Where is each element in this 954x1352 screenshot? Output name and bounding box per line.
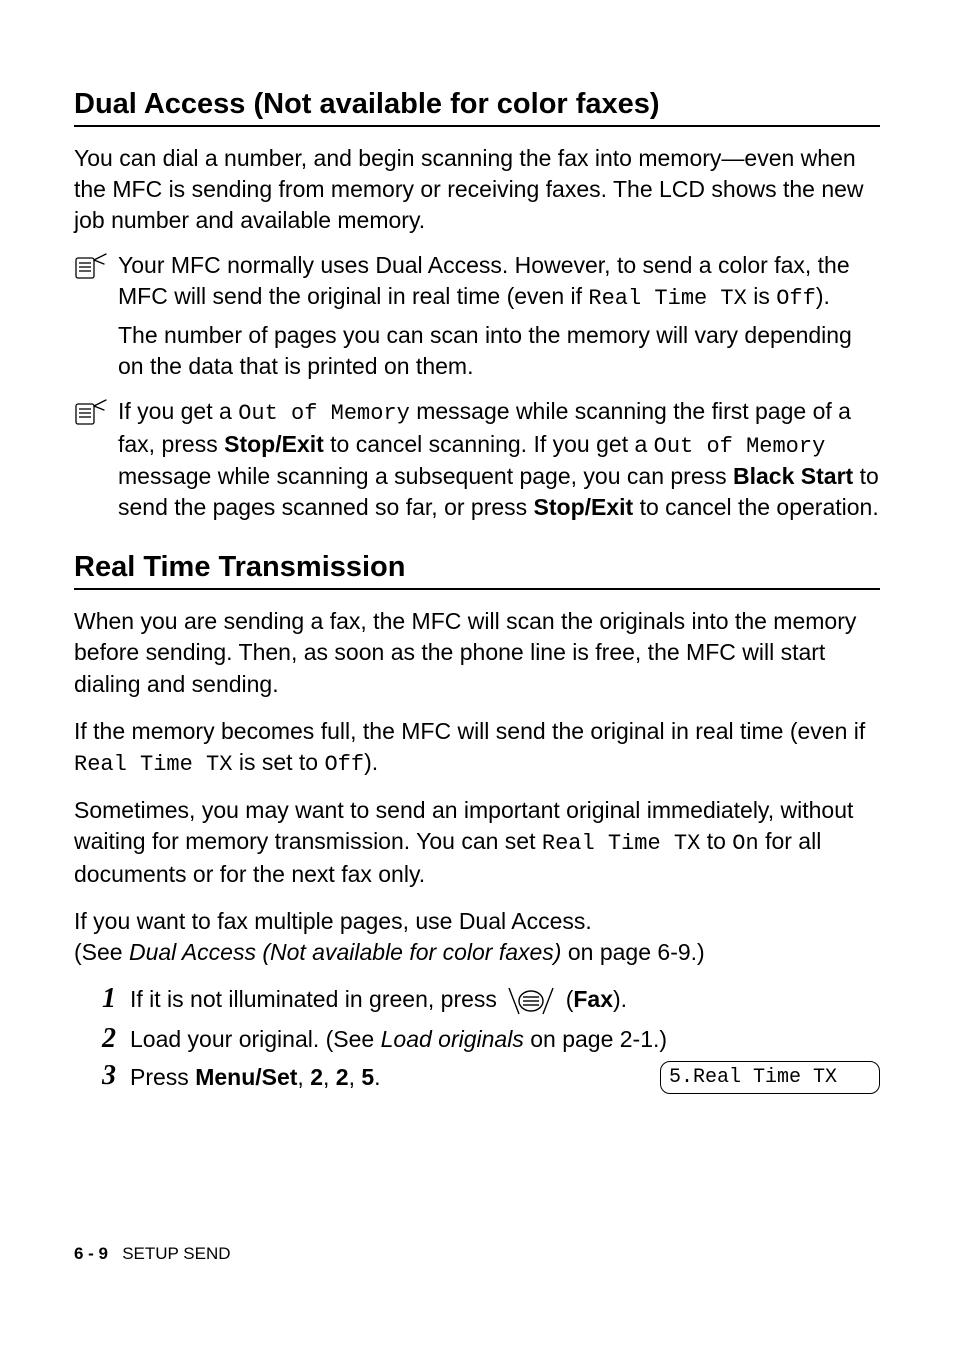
page-footer: 6 - 9 SETUP SEND [74, 1244, 231, 1264]
bold-text: 2 [336, 1064, 349, 1090]
text: If it is not illuminated in green, press [130, 986, 503, 1012]
mono-text: Out of Memory [238, 401, 410, 426]
cross-ref: Load originals [381, 1026, 524, 1052]
step-list: 1 If it is not illuminated in green, pre… [74, 984, 880, 1094]
text: Load your original. (See [130, 1026, 381, 1052]
mono-text: Off [776, 286, 816, 311]
step-number: 2 [74, 1024, 130, 1055]
text: (See [74, 939, 129, 965]
text: ). [816, 283, 830, 309]
step-2: 2 Load your original. (See Load original… [74, 1024, 880, 1055]
mono-text: On [732, 831, 758, 856]
text: , [297, 1064, 310, 1090]
text: If the memory becomes full, the MFC will… [74, 718, 865, 744]
bold-text: Fax [573, 986, 613, 1012]
heading-real-time-tx: Real Time Transmission [74, 551, 880, 590]
text: ). [364, 749, 378, 775]
text: . [374, 1064, 380, 1090]
section-label: SETUP SEND [122, 1244, 230, 1263]
mono-text: Out of Memory [654, 434, 826, 459]
text: , [349, 1064, 362, 1090]
bold-text: Black Start [733, 463, 853, 489]
note-icon [74, 250, 118, 382]
mono-text: Real Time TX [588, 286, 746, 311]
bold-text: Stop/Exit [224, 431, 324, 457]
step-3: 3 Press Menu/Set, 2, 2, 5. 5.Real Time T… [74, 1061, 880, 1094]
text: to [700, 828, 732, 854]
step-body: Press Menu/Set, 2, 2, 5. 5.Real Time TX [130, 1061, 880, 1094]
bold-text: Menu/Set [195, 1064, 297, 1090]
note1-para2: The number of pages you can scan into th… [118, 320, 880, 382]
paragraph-rtx-2: If the memory becomes full, the MFC will… [74, 716, 880, 780]
paragraph-rtx-3: Sometimes, you may want to send an impor… [74, 795, 880, 890]
text: is set to [232, 749, 324, 775]
cross-ref: Dual Access (Not available for color fax… [129, 939, 562, 965]
mono-text: Off [324, 752, 364, 777]
text: message while scanning a subsequent page… [118, 463, 733, 489]
paragraph-dual-access-intro: You can dial a number, and begin scannin… [74, 143, 880, 236]
text: to cancel scanning. If you get a [324, 431, 654, 457]
paragraph-rtx-1: When you are sending a fax, the MFC will… [74, 606, 880, 699]
text: on page 6-9.) [561, 939, 704, 965]
text: If you get a [118, 398, 238, 424]
text: Press [130, 1064, 195, 1090]
mono-text: Real Time TX [542, 831, 700, 856]
text: on page 2-1.) [524, 1026, 667, 1052]
fax-key-icon [507, 984, 555, 1018]
step-body: If it is not illuminated in green, press… [130, 984, 880, 1018]
text: , [323, 1064, 336, 1090]
note1-para1: Your MFC normally uses Dual Access. Howe… [118, 250, 880, 314]
page-number: 6 - 9 [74, 1244, 108, 1263]
text: If you want to fax multiple pages, use D… [74, 908, 592, 934]
text: ). [613, 986, 627, 1012]
bold-text: 2 [310, 1064, 323, 1090]
heading-dual-access: Dual Access (Not available for color fax… [74, 88, 880, 127]
note2-para: If you get a Out of Memory message while… [118, 396, 880, 523]
text: to cancel the operation. [633, 494, 879, 520]
bold-text: Stop/Exit [534, 494, 634, 520]
paragraph-rtx-4: If you want to fax multiple pages, use D… [74, 906, 880, 968]
step-body: Load your original. (See Load originals … [130, 1024, 880, 1055]
step-number: 1 [74, 984, 130, 1015]
lcd-display: 5.Real Time TX [660, 1061, 880, 1094]
note-block-1: Your MFC normally uses Dual Access. Howe… [74, 250, 880, 382]
mono-text: Real Time TX [74, 752, 232, 777]
manual-page: Dual Access (Not available for color fax… [0, 0, 954, 1352]
text: is [747, 283, 776, 309]
note-block-2: If you get a Out of Memory message while… [74, 396, 880, 523]
step-number: 3 [74, 1061, 130, 1092]
bold-text: 5 [361, 1064, 374, 1090]
note-icon [74, 396, 118, 523]
step-1: 1 If it is not illuminated in green, pre… [74, 984, 880, 1018]
